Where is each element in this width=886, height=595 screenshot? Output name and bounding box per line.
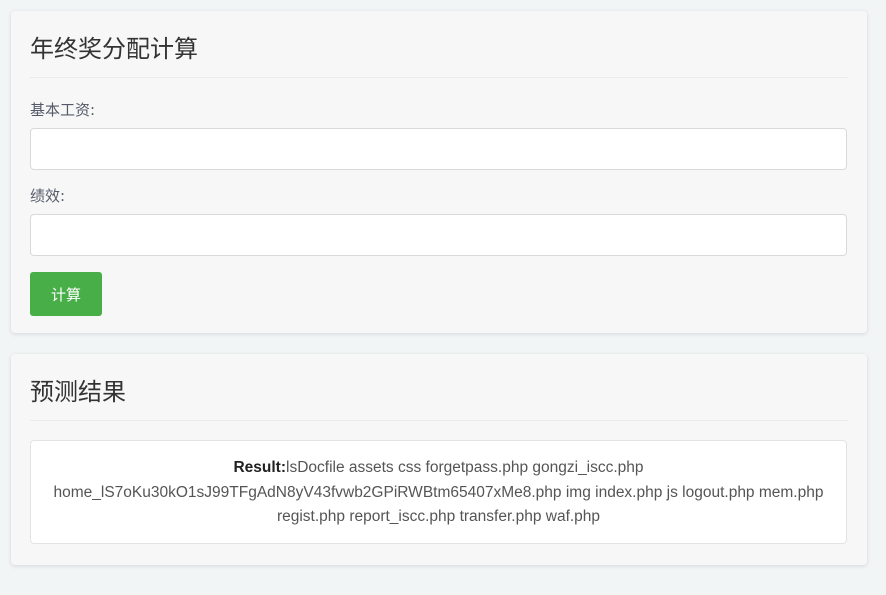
base-salary-input[interactable]: [30, 128, 847, 170]
prediction-divider: [30, 420, 848, 421]
calculator-title: 年终奖分配计算: [30, 35, 198, 63]
performance-input[interactable]: [30, 214, 847, 256]
result-box: Result:lsDocfile assets css forgetpass.p…: [30, 440, 847, 544]
result-text: lsDocfile assets css forgetpass.php gong…: [53, 459, 824, 525]
performance-label: 绩效:: [30, 187, 66, 205]
base-salary-label: 基本工资:: [30, 101, 96, 119]
page: 年终奖分配计算 基本工资: 绩效: 计算 预测结果 Result:lsDocfi…: [0, 0, 886, 595]
calculate-button[interactable]: 计算: [30, 272, 102, 316]
calculator-panel: 年终奖分配计算 基本工资: 绩效: 计算: [11, 11, 867, 333]
prediction-panel: 预测结果 Result:lsDocfile assets css forgetp…: [11, 354, 867, 565]
prediction-title: 预测结果: [30, 378, 126, 406]
result-label: Result:: [233, 459, 286, 476]
calculator-divider: [30, 77, 848, 78]
